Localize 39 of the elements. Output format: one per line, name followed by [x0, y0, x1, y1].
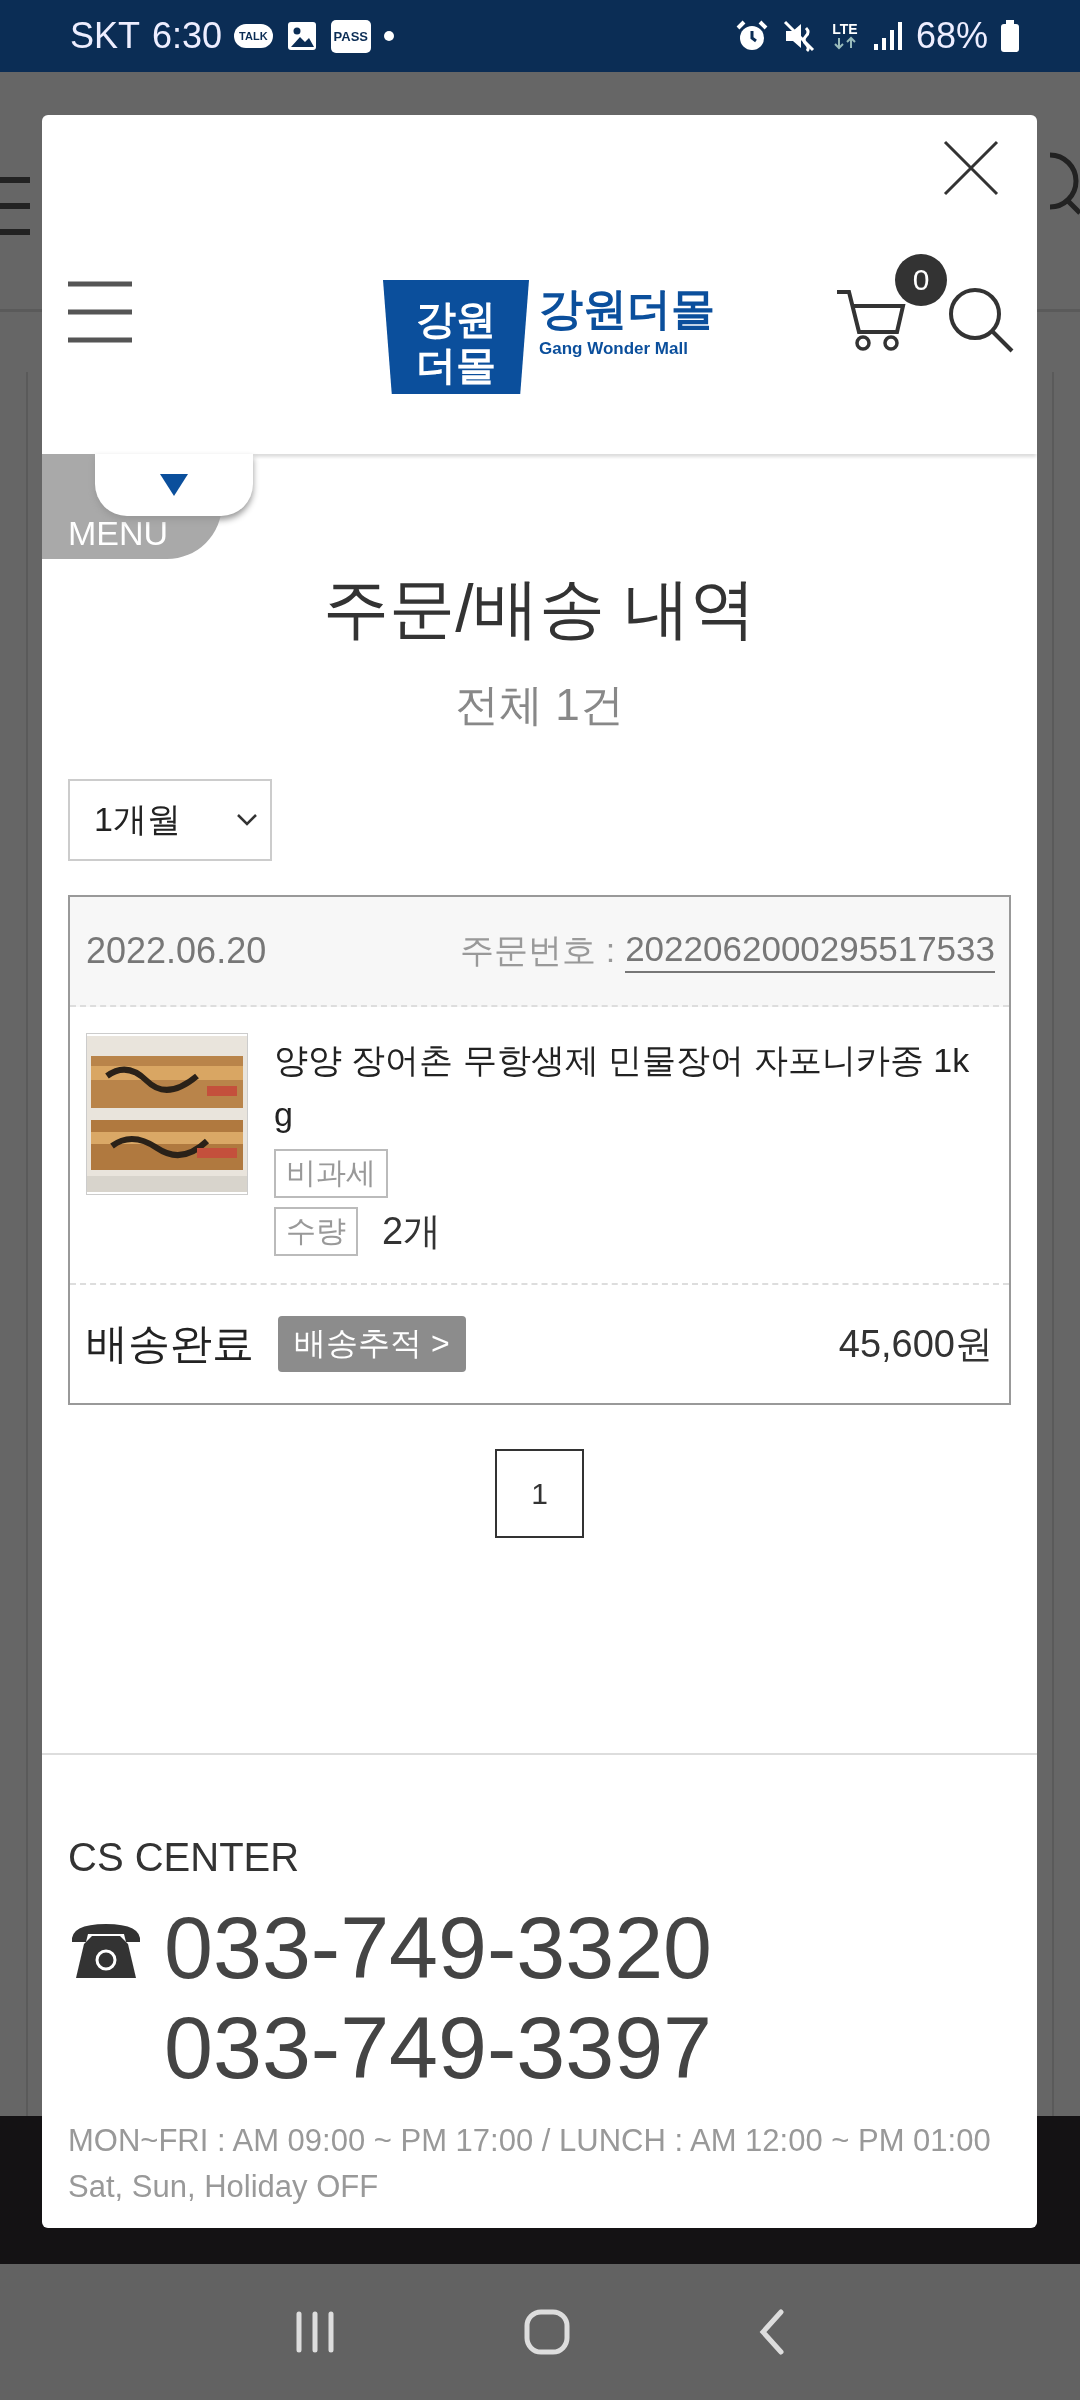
order-number-label: 주문번호 : — [460, 930, 616, 971]
phone-number[interactable]: 033-749-3320 — [164, 1898, 713, 1998]
chat-notification-icon: TALK — [234, 24, 273, 48]
signal-icon — [871, 20, 904, 52]
clock: 6:30 — [152, 15, 223, 57]
page-title: 주문/배송 내역 — [322, 570, 757, 647]
tax-tag: 비과세 — [274, 1149, 388, 1198]
pass-notification-icon: PASS — [330, 19, 372, 53]
business-hours: Sat, Sun, Holiday OFF — [68, 2168, 380, 2206]
page-button[interactable]: 1 — [495, 1449, 584, 1538]
order-count: 전체 1건 — [454, 679, 625, 731]
order-price: 45,600원 — [838, 1321, 993, 1367]
cart-count-badge: 0 — [895, 254, 947, 306]
more-notifications-icon — [383, 30, 396, 42]
triangle-down-icon — [160, 474, 188, 496]
logo-mark-text: 더몰 — [416, 342, 496, 388]
dropdown-tab[interactable] — [95, 454, 253, 516]
quantity-tag: 수량 — [274, 1207, 358, 1256]
logo-title: 강원더몰 — [539, 282, 715, 335]
close-icon[interactable] — [943, 140, 999, 196]
battery-icon — [1000, 19, 1020, 53]
battery-level: 68% — [915, 15, 988, 57]
network-indicator: LTE — [829, 22, 860, 50]
cs-center-heading: CS CENTER — [68, 1835, 301, 1880]
chevron-down-icon — [236, 813, 258, 827]
carrier-label: SKT — [70, 15, 140, 57]
back-button[interactable] — [757, 2308, 787, 2356]
logo-subtitle: Gang Wonder Mall — [539, 338, 689, 359]
business-hours: MON~FRI : AM 09:00 ~ PM 17:00 / LUNCH : AM 12:00 ~ PM 01:00 — [68, 2122, 992, 2160]
quantity-value: 2개 — [382, 1209, 442, 1254]
order-date: 2022.06.20 — [86, 930, 267, 972]
phone-number[interactable]: 033-749-3397 — [164, 1998, 713, 2098]
delivery-status: 배송완료 — [86, 1319, 254, 1369]
period-dropdown[interactable]: 1개월 — [68, 779, 272, 861]
logo-mark-text: 강원 — [416, 296, 496, 342]
product-name[interactable]: 양양 장어촌 무항생제 민물장어 자포니카종 1kg — [274, 1033, 974, 1141]
home-button[interactable] — [523, 2308, 571, 2356]
cart-icon[interactable] — [835, 288, 907, 352]
order-number-link[interactable]: 2022062000295517533 — [625, 929, 995, 973]
